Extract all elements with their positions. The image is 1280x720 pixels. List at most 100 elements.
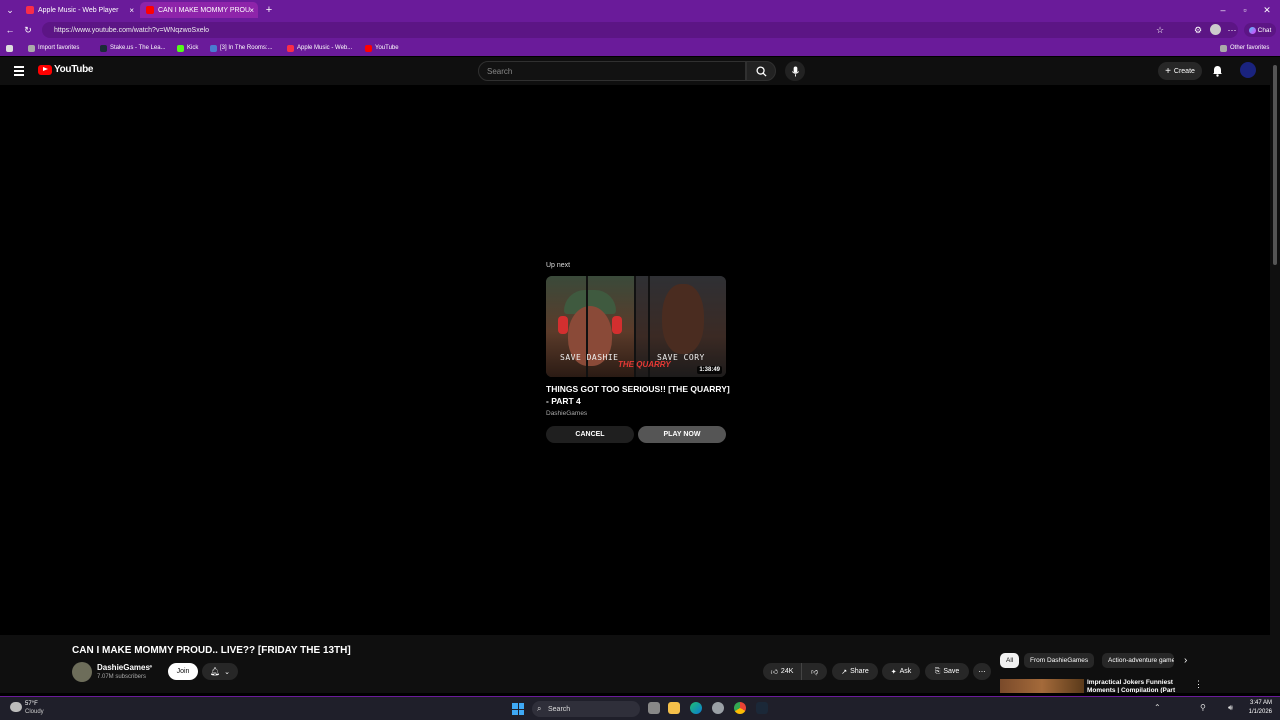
stake-icon bbox=[100, 44, 107, 52]
task-view-icon[interactable] bbox=[648, 702, 660, 714]
steam-icon[interactable] bbox=[756, 702, 768, 714]
search-placeholder: Search bbox=[487, 66, 513, 76]
url-input[interactable]: https://www.youtube.com/watch?v=WNqzwoSx… bbox=[42, 22, 1238, 38]
up-next-thumbnail[interactable]: SAVE DASHIE SAVE CORY THE QUARRY 1:38:49 bbox=[546, 276, 726, 377]
favorite-youtube[interactable]: YouTube bbox=[365, 43, 399, 53]
scrollbar-thumb[interactable] bbox=[1273, 65, 1277, 265]
chevron-up-icon[interactable]: ⌃ bbox=[1154, 703, 1161, 712]
browser-tab-bar: ⌄ Apple Music - Web Player × CAN I MAKE … bbox=[0, 0, 1280, 20]
chip-action-adventure[interactable]: Action-adventure games bbox=[1102, 653, 1174, 668]
taskbar-search[interactable]: ⌕ Search bbox=[532, 701, 640, 717]
cancel-button[interactable]: CANCEL bbox=[546, 426, 634, 443]
notifications-bell-icon[interactable] bbox=[1212, 64, 1223, 82]
tab-label: CAN I MAKE MOMMY PROUD.. LI bbox=[158, 6, 250, 14]
up-next-title[interactable]: THINGS GOT TOO SERIOUS!! [THE QUARRY] - … bbox=[546, 383, 731, 407]
profile-avatar-icon[interactable] bbox=[1210, 24, 1221, 35]
recommendation-more-icon[interactable]: ⋮ bbox=[1194, 679, 1203, 690]
play-now-button[interactable]: PLAY NOW bbox=[638, 426, 726, 443]
tab-youtube-video[interactable]: CAN I MAKE MOMMY PROUD.. LI × bbox=[140, 2, 258, 18]
verified-icon: ● bbox=[149, 664, 153, 670]
favorite-stake[interactable]: Stake.us - The Lea... bbox=[100, 43, 166, 53]
extensions-icon[interactable]: ⚙ bbox=[1192, 23, 1204, 37]
voice-search-button[interactable] bbox=[785, 61, 805, 81]
close-window-icon[interactable]: ✕ bbox=[1260, 3, 1274, 17]
chevron-down-icon: ⌄ bbox=[224, 668, 231, 676]
maximize-icon[interactable]: ▫ bbox=[1238, 3, 1252, 17]
video-details: CAN I MAKE MOMMY PROUD.. LIVE?? [FRIDAY … bbox=[0, 635, 1270, 693]
search-button[interactable] bbox=[746, 61, 776, 81]
refresh-icon[interactable]: ↻ bbox=[22, 23, 34, 37]
chevron-right-icon[interactable]: › bbox=[1184, 655, 1187, 666]
folder-icon bbox=[28, 44, 35, 52]
volume-icon[interactable]: 🔊︎ bbox=[1228, 703, 1233, 713]
favorite-star-icon[interactable]: ☆ bbox=[1154, 23, 1166, 37]
favorite-label: Kick bbox=[187, 45, 199, 51]
chrome-icon[interactable] bbox=[734, 702, 746, 714]
recommendation-thumbnail[interactable] bbox=[1000, 679, 1084, 693]
other-favorites[interactable]: Other favorites bbox=[1220, 43, 1269, 53]
ask-button[interactable]: ✦ Ask bbox=[882, 663, 920, 680]
share-label: Share bbox=[850, 668, 869, 675]
video-title: CAN I MAKE MOMMY PROUD.. LIVE?? [FRIDAY … bbox=[72, 645, 351, 656]
favorite-label: YouTube bbox=[375, 45, 399, 51]
folder-icon bbox=[1220, 44, 1227, 52]
youtube-logo[interactable]: YouTube bbox=[38, 64, 94, 75]
search-icon bbox=[755, 65, 767, 77]
share-button[interactable]: ↗ Share bbox=[832, 663, 878, 680]
create-button[interactable]: + Create bbox=[1158, 62, 1202, 80]
taskbar-search-label: Search bbox=[548, 705, 571, 713]
more-actions-button[interactable]: ⋯ bbox=[973, 663, 991, 680]
minimize-icon[interactable]: – bbox=[1216, 3, 1230, 17]
favorite-apple-music[interactable]: Apple Music - Web... bbox=[287, 43, 352, 53]
youtube-icon bbox=[365, 44, 372, 52]
hamburger-menu-icon[interactable] bbox=[14, 66, 24, 76]
tab-actions-icon[interactable]: ⌄ bbox=[4, 4, 16, 16]
up-next-channel[interactable]: DashieGames bbox=[546, 410, 587, 417]
youtube-play-icon bbox=[38, 64, 52, 75]
edge-browser-icon[interactable] bbox=[690, 702, 702, 714]
sparkle-icon: ✦ bbox=[890, 668, 897, 676]
favorites-collection-icon[interactable] bbox=[6, 43, 16, 53]
favorite-label: Apple Music - Web... bbox=[297, 45, 353, 51]
apple-music-icon bbox=[287, 44, 294, 52]
dislike-button[interactable]: 👎︎ bbox=[801, 663, 827, 680]
new-tab-icon[interactable]: + bbox=[262, 3, 276, 17]
thumbs-up-icon: 👍︎ bbox=[770, 669, 778, 676]
youtube-header: YouTube Search + Create bbox=[0, 57, 1270, 85]
settings-icon[interactable] bbox=[712, 702, 724, 714]
close-tab-icon[interactable]: × bbox=[129, 6, 134, 15]
page-scrollbar[interactable] bbox=[1270, 57, 1280, 693]
favorite-import[interactable]: Import favorites bbox=[28, 43, 79, 53]
network-icon[interactable]: ⚲ bbox=[1200, 703, 1206, 712]
share-icon: ↗ bbox=[841, 668, 848, 676]
bell-icon: 🔔︎ bbox=[209, 667, 221, 676]
weather-temperature[interactable]: 57°F bbox=[25, 701, 38, 707]
save-label: Save bbox=[943, 668, 960, 675]
channel-name[interactable]: DashieGames bbox=[97, 663, 150, 672]
settings-more-icon[interactable]: ⋯ bbox=[1226, 23, 1238, 37]
tab-apple-music[interactable]: Apple Music - Web Player × bbox=[20, 2, 138, 18]
windows-start-icon[interactable] bbox=[512, 703, 524, 715]
like-button[interactable]: 👍︎ 24K bbox=[763, 663, 801, 680]
file-explorer-icon[interactable] bbox=[668, 702, 680, 714]
clock-date[interactable]: 1/1/2026 bbox=[1242, 709, 1272, 715]
search-input[interactable]: Search bbox=[478, 61, 746, 81]
subscriber-count: 7.07M subscribers bbox=[97, 674, 147, 680]
channel-avatar[interactable] bbox=[72, 662, 92, 682]
save-button[interactable]: ⎘ Save bbox=[925, 663, 969, 680]
address-bar-row: ← ↻ https://www.youtube.com/watch?v=WNqz… bbox=[0, 20, 1280, 40]
join-button[interactable]: Join bbox=[168, 663, 198, 680]
close-tab-icon[interactable]: × bbox=[249, 6, 254, 15]
chip-from-channel[interactable]: From DashieGames bbox=[1024, 653, 1095, 668]
favorite-kick[interactable]: Kick bbox=[177, 43, 198, 53]
thumbnail-game-logo: THE QUARRY bbox=[618, 360, 671, 369]
clock-time[interactable]: 3:47 AM bbox=[1242, 700, 1272, 706]
account-avatar[interactable] bbox=[1240, 62, 1256, 78]
favorite-in-the-rooms[interactable]: [3] In The Rooms:... bbox=[210, 43, 273, 53]
back-icon[interactable]: ← bbox=[4, 23, 16, 37]
recommendation-title[interactable]: Impractical Jokers Funniest Moments | Co… bbox=[1087, 679, 1187, 693]
notification-settings-button[interactable]: 🔔︎ ⌄ bbox=[202, 663, 238, 680]
chip-all[interactable]: All bbox=[1000, 653, 1020, 668]
weather-condition[interactable]: Cloudy bbox=[25, 709, 44, 715]
copilot-chat-button[interactable]: Chat bbox=[1244, 23, 1276, 37]
